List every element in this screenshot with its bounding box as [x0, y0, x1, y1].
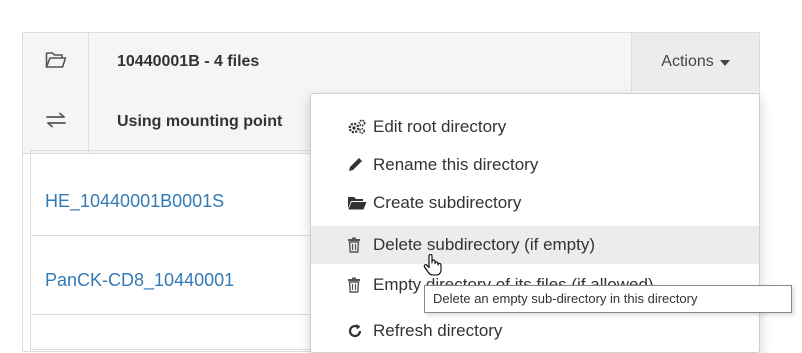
- menu-item-label: Create subdirectory: [373, 193, 522, 212]
- file-link[interactable]: PanCK-CD8_10440001: [45, 270, 307, 291]
- folder-open-icon: [45, 51, 67, 74]
- actions-dropdown-menu: Edit root directory Rename this director…: [310, 93, 760, 353]
- menu-item-label: Rename this directory: [373, 155, 539, 174]
- pencil-icon: [347, 157, 369, 173]
- mounting-point-text: Using mounting point: [117, 113, 283, 130]
- menu-item-label: Delete subdirectory (if empty): [373, 235, 596, 254]
- actions-label: Actions: [661, 53, 714, 70]
- menu-item-delete-subdirectory[interactable]: Delete subdirectory (if empty): [311, 226, 759, 264]
- menu-item-rename[interactable]: Rename this directory: [311, 146, 759, 184]
- trash-icon: [347, 277, 369, 293]
- actions-dropdown-button[interactable]: Actions: [631, 33, 759, 91]
- menu-item-refresh[interactable]: Refresh directory: [311, 312, 759, 350]
- hand-cursor-icon: [423, 253, 443, 282]
- caret-down-icon: [719, 60, 730, 66]
- cogs-icon: [347, 119, 369, 135]
- menu-item-label: Refresh directory: [373, 321, 503, 340]
- menu-item-label: Edit root directory: [373, 117, 507, 136]
- folder-open-icon: [347, 195, 369, 211]
- menu-item-create-subdirectory[interactable]: Create subdirectory: [311, 184, 759, 222]
- refresh-icon: [347, 323, 369, 339]
- exchange-cell: [23, 91, 89, 153]
- trash-icon: [347, 237, 369, 253]
- menu-item-edit-root[interactable]: Edit root directory: [311, 108, 759, 146]
- file-link[interactable]: HE_10440001B0001S: [45, 191, 307, 212]
- directory-title: 10440001B - 4 files: [117, 53, 260, 70]
- tooltip: Delete an empty sub-directory in this di…: [424, 285, 792, 313]
- exchange-icon: [45, 112, 67, 133]
- folder-cell: [23, 33, 89, 91]
- directory-header-row: 10440001B - 4 files Actions: [23, 33, 759, 92]
